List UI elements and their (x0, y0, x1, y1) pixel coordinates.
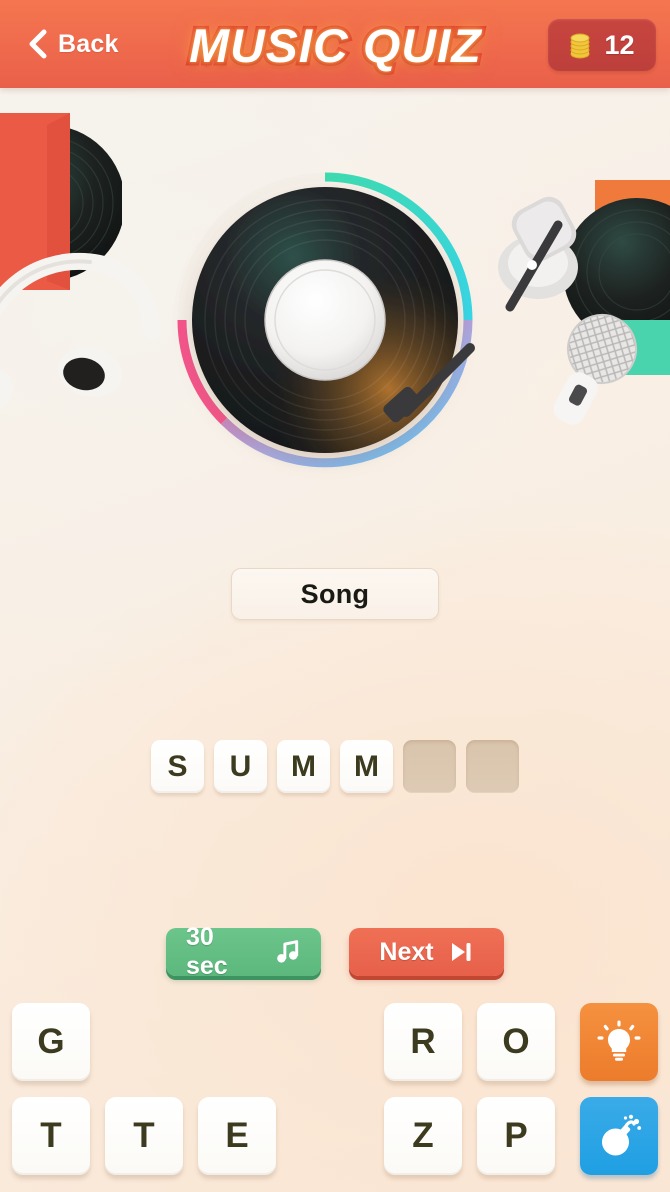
back-label: Back (58, 29, 119, 58)
play-clip-button[interactable]: 30 sec (166, 923, 321, 980)
page-title: MUSIC QUIZ (185, 15, 484, 75)
coin-count: 12 (604, 29, 635, 60)
answer-slot-filled[interactable]: U (214, 740, 267, 793)
category-chip: Song (231, 568, 439, 620)
letter-key-used (198, 1003, 276, 1081)
keyboard-row: TTEZP (12, 1097, 658, 1183)
turntable-record[interactable] (170, 160, 480, 480)
answer-slot-filled[interactable]: M (277, 740, 330, 793)
category-label: Song (300, 578, 370, 609)
letter-key[interactable]: Z (384, 1097, 462, 1175)
tonearm-base-icon (498, 196, 578, 312)
letter-key[interactable]: E (198, 1097, 276, 1175)
letter-key-used (291, 1097, 369, 1175)
coin-balance[interactable]: 12 (548, 19, 656, 71)
letter-key[interactable]: T (105, 1097, 183, 1175)
album-sleeve-record-icon (565, 180, 670, 375)
back-button[interactable]: Back (16, 16, 129, 72)
action-buttons: 30 sec Next (0, 923, 670, 980)
answer-slot-empty[interactable] (466, 740, 519, 793)
letter-key[interactable]: G (12, 1003, 90, 1081)
hint-powerup-button[interactable] (580, 1003, 658, 1081)
headphones-icon (0, 252, 160, 415)
next-label: Next (379, 937, 434, 966)
letter-key[interactable]: O (477, 1003, 555, 1081)
letter-key[interactable]: T (12, 1097, 90, 1175)
letter-key[interactable]: R (384, 1003, 462, 1081)
answer-slot-filled[interactable]: M (340, 740, 393, 793)
bomb-powerup-button[interactable] (580, 1097, 658, 1175)
play-duration-label: 30 sec (186, 923, 228, 980)
skip-forward-icon (451, 943, 471, 961)
letter-key-used (105, 1003, 183, 1081)
coin-stack-icon (570, 33, 590, 59)
app-header: Back MUSIC QUIZ 12 (0, 0, 670, 88)
answer-slot-filled[interactable]: S (151, 740, 204, 793)
answer-slots: SUMM (0, 740, 670, 793)
album-sleeve-record-icon (0, 113, 122, 290)
music-quiz-screen: Back MUSIC QUIZ 12 Song SUMM 30 sec Next… (0, 0, 670, 1192)
answer-slot-empty[interactable] (403, 740, 456, 793)
music-note-icon (277, 940, 299, 963)
lightbulb-icon (597, 1020, 641, 1061)
keyboard-row: G RO (12, 1003, 658, 1089)
letter-key[interactable]: P (477, 1097, 555, 1175)
letter-keyboard: GROTTEZP (0, 1003, 670, 1192)
next-button[interactable]: Next (349, 928, 504, 976)
bomb-icon (602, 1114, 642, 1156)
letter-key-used (291, 1003, 369, 1081)
microphone-icon (553, 314, 637, 425)
chevron-left-icon (29, 29, 47, 59)
